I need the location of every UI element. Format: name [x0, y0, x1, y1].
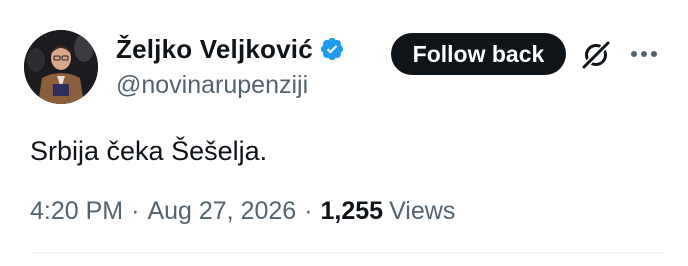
meta-separator: · [304, 196, 313, 225]
follow-back-button[interactable]: Follow back [391, 33, 566, 75]
author-name-row[interactable]: Željko Veljković [116, 33, 345, 65]
views-count: 1,255 [320, 196, 384, 225]
tweet-meta: 4:20 PM · Aug 27, 2026 · 1,255 Views [30, 196, 455, 226]
verified-badge-icon[interactable] [319, 36, 345, 62]
divider [30, 252, 664, 253]
meta-separator: · [131, 196, 140, 225]
more-options-icon[interactable] [628, 44, 660, 64]
grok-icon[interactable] [580, 39, 612, 71]
tweet-time[interactable]: 4:20 PM [30, 197, 123, 226]
tweet-text: Srbija čeka Šešelja. [30, 136, 268, 166]
views-label: Views [389, 196, 456, 225]
tweet-date[interactable]: Aug 27, 2026 [147, 197, 296, 226]
avatar[interactable] [24, 30, 98, 104]
author-handle[interactable]: @novinarupenziji [116, 71, 308, 100]
tweet-card: Željko Veljković @novinarupenziji Follow… [0, 0, 688, 266]
author-display-name[interactable]: Željko Veljković [116, 34, 313, 65]
